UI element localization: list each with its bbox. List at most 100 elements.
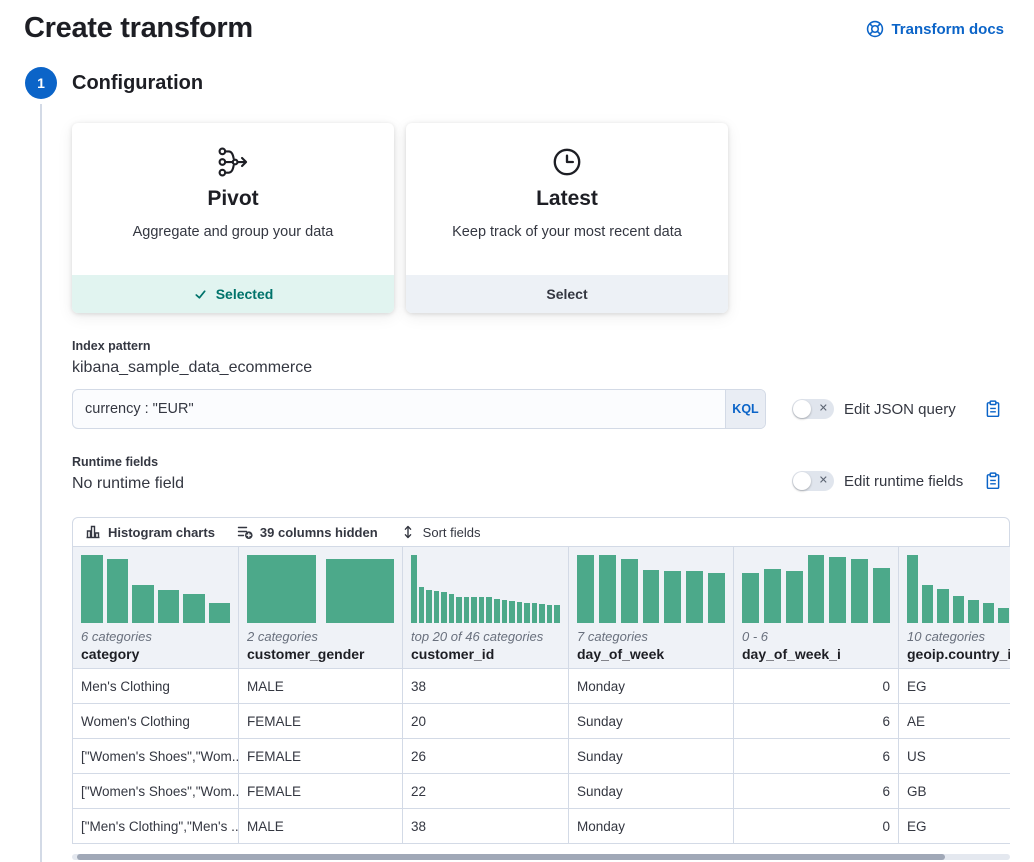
aggregate-icon [216,145,250,179]
histogram-bar [829,557,846,623]
grid-toolbar: Histogram charts 39 columns hidden [72,517,1010,547]
table-cell[interactable]: 6 [734,739,899,773]
table-cell[interactable]: ["Women's Shoes","Wom... [73,739,239,773]
table-cell[interactable]: MALE [239,809,403,843]
edit-json-toggle[interactable]: ✕ [792,399,834,419]
table-cell[interactable]: 6 [734,774,899,808]
bar-chart-icon [85,524,101,540]
column-header-customer_gender[interactable]: 2 categoriescustomer_gender [239,547,403,668]
step-connector-line [40,104,42,862]
table-cell[interactable]: 0 [734,809,899,843]
switch-knob [793,472,811,490]
pivot-card[interactable]: Pivot Aggregate and group your data Sele… [72,123,394,313]
table-cell[interactable]: Monday [569,669,734,703]
table-cell[interactable]: EG [899,669,1010,703]
histogram-geoip.country_iso_ [907,555,1010,623]
histogram-bar [456,597,462,623]
table-cell[interactable]: Monday [569,809,734,843]
edit-runtime-label: Edit runtime fields [844,473,963,490]
scrollbar-thumb[interactable] [77,854,945,860]
histogram-bar [968,600,979,623]
page-title: Create transform [24,12,253,45]
table-cell[interactable]: FEMALE [239,739,403,773]
table-row: ["Men's Clothing","Men's ...MALE38Monday… [73,809,1010,844]
table-row: ["Women's Shoes","Wom...FEMALE26Sunday6U… [73,739,1010,774]
switch-knob [793,400,811,418]
configuration-content: Pivot Aggregate and group your data Sele… [72,123,1010,860]
histogram-bar [547,605,553,623]
table-cell[interactable]: 26 [403,739,569,773]
page-header: Create transform Transform docs [0,0,1034,45]
table-cell[interactable]: Sunday [569,774,734,808]
table-cell[interactable]: Women's Clothing [73,704,239,738]
histogram-customer_id [411,555,560,623]
table-cell[interactable]: AE [899,704,1010,738]
table-cell[interactable]: Sunday [569,704,734,738]
grid-header: 6 categoriescategory2 categoriescustomer… [73,547,1010,669]
column-header-category[interactable]: 6 categoriescategory [73,547,239,668]
edit-runtime-toggle[interactable]: ✕ [792,471,834,491]
histogram-bar [554,605,560,623]
table-cell[interactable]: ["Women's Shoes","Wom... [73,774,239,808]
column-name: day_of_week_i [742,646,890,662]
edit-runtime-group: ✕ Edit runtime fields [792,471,1010,491]
table-cell[interactable]: 6 [734,704,899,738]
table-cell[interactable]: ["Men's Clothing","Men's ... [73,809,239,843]
table-row: Men's ClothingMALE38Monday0EG [73,669,1010,704]
histogram-bar [434,591,440,623]
histogram-bar [81,555,103,623]
table-cell[interactable]: FEMALE [239,774,403,808]
query-row: KQL ✕ Edit JSON query [72,389,1010,429]
edit-json-label: Edit JSON query [844,401,956,418]
pivot-card-title: Pivot [207,187,258,211]
table-cell[interactable]: 38 [403,669,569,703]
horizontal-scrollbar[interactable] [72,854,1010,860]
table-cell[interactable]: 38 [403,809,569,843]
histogram-bar [922,585,933,623]
histogram-bar [441,592,447,623]
table-cell[interactable]: FEMALE [239,704,403,738]
histogram-bar [183,594,205,623]
histogram-bar [502,600,508,623]
histogram-bar [907,555,918,623]
histogram-bar [599,555,616,623]
histogram-charts-button[interactable]: Histogram charts [85,524,215,540]
histogram-category [81,555,230,623]
runtime-row: Runtime fields No runtime field ✕ Edit r… [72,429,1010,493]
table-cell[interactable]: US [899,739,1010,773]
latest-card[interactable]: Latest Keep track of your most recent da… [406,123,728,313]
copy-json-button[interactable] [984,400,1002,418]
grid-inner: 6 categoriescategory2 categoriescustomer… [73,547,1010,844]
table-cell[interactable]: EG [899,809,1010,843]
transform-docs-link[interactable]: Transform docs [866,20,1004,38]
histogram-bar [464,597,470,623]
histogram-bar [326,559,395,623]
histogram-bar [786,571,803,623]
table-cell[interactable]: Men's Clothing [73,669,239,703]
column-header-day_of_week[interactable]: 7 categoriesday_of_week [569,547,734,668]
kql-button[interactable]: KQL [725,390,765,428]
table-cell[interactable]: 20 [403,704,569,738]
histogram-bar [107,559,129,623]
column-meta: 0 - 6 [742,629,890,644]
table-cell[interactable]: GB [899,774,1010,808]
histogram-bar [953,596,964,623]
step-row: 1 Configuration [25,67,1034,99]
clipboard-icon [984,472,1002,490]
column-header-customer_id[interactable]: top 20 of 46 categoriescustomer_id [403,547,569,668]
latest-select-footer[interactable]: Select [406,275,728,313]
columns-hidden-button[interactable]: 39 columns hidden [237,524,378,540]
histogram-bar [764,569,781,623]
table-cell[interactable]: Sunday [569,739,734,773]
sort-fields-button[interactable]: Sort fields [400,524,481,540]
table-cell[interactable]: 0 [734,669,899,703]
pivot-selected-footer[interactable]: Selected [72,275,394,313]
table-cell[interactable]: 22 [403,774,569,808]
column-header-geoip.country_iso_[interactable]: 10 categoriesgeoip.country_iso_ [899,547,1010,668]
latest-card-title: Latest [536,187,598,211]
query-input[interactable] [73,390,725,428]
column-header-day_of_week_i[interactable]: 0 - 6 day_of_week_i [734,547,899,668]
table-cell[interactable]: MALE [239,669,403,703]
histogram-bar [426,590,432,623]
copy-runtime-button[interactable] [984,472,1002,490]
